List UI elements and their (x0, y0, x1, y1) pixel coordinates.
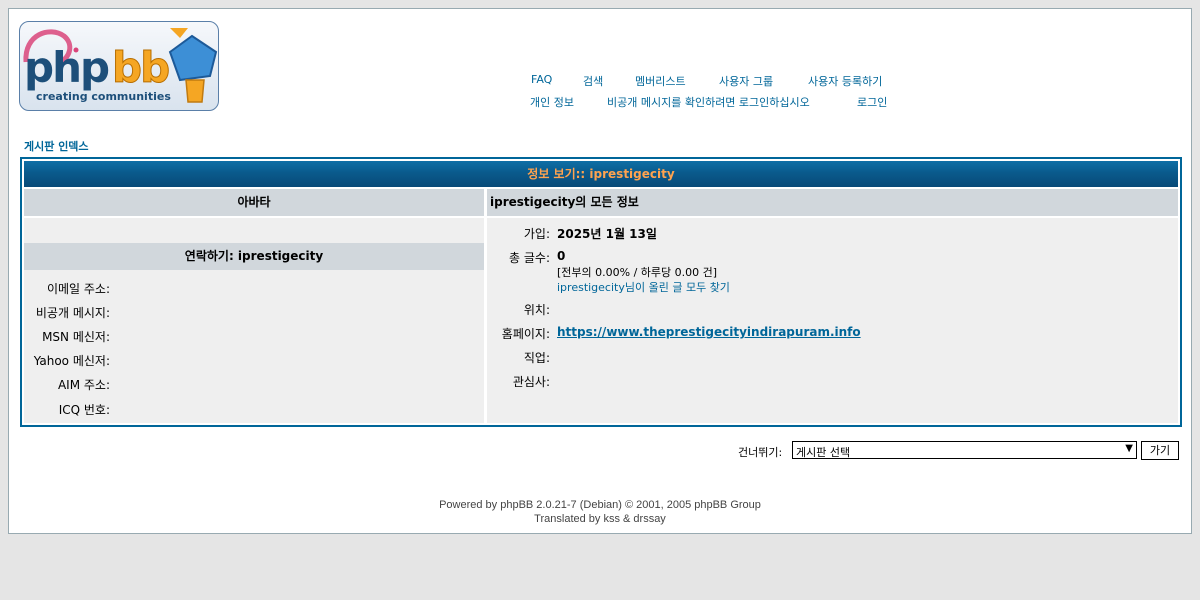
profile-title: 정보 보기:: iprestigecity (24, 161, 1178, 187)
posts-value: 0 (557, 249, 566, 263)
avatar-cell (24, 218, 484, 242)
all-info-header: iprestigecity의 모든 정보 (487, 189, 1178, 216)
occupation-label: 직업: (523, 351, 550, 365)
svg-text:php: php (24, 43, 109, 92)
nav-register[interactable]: 사용자 등록하기 (808, 73, 882, 89)
phpbb-logo-icon: php bb creating communities (23, 28, 218, 103)
jump-label: 건너뛰기: (738, 446, 783, 459)
posts-label: 총 글수: (509, 251, 550, 265)
breadcrumb-forum-index[interactable]: 게시판 인덱스 (24, 138, 89, 154)
footer-powered-by: Powered by phpBB 2.0.21-7 (Debian) © 200… (439, 499, 761, 511)
jump-forum-select[interactable]: 게시판 선택 ▼ (792, 441, 1137, 459)
chevron-down-icon: ▼ (1125, 443, 1133, 454)
nav-usergroups[interactable]: 사용자 그룹 (719, 73, 773, 89)
joined-label: 가입: (523, 227, 550, 241)
avatar-header: 아바타 (24, 189, 484, 216)
nav-login[interactable]: 로그인 (857, 94, 887, 110)
posts-stats: [전부의 0.00% / 하루당 0.00 건] (557, 266, 718, 279)
private-message-label: 비공개 메시지: (35, 306, 110, 320)
nav-memberlist[interactable]: 멤버리스트 (635, 73, 686, 89)
footer-translated-by: Translated by kss & drssay (534, 513, 666, 525)
search-user-posts-link[interactable]: iprestigecity님이 올린 글 모두 찾기 (557, 279, 730, 295)
website-link[interactable]: https://www.theprestigecityindirapuram.i… (557, 325, 861, 339)
nav-private-messages[interactable]: 비공개 메시지를 확인하려면 로그인하십시오 (607, 94, 810, 110)
svg-text:bb: bb (112, 43, 169, 92)
jump-selected-value: 게시판 선택 (796, 446, 851, 459)
yahoo-label: Yahoo 메신저: (33, 354, 110, 368)
svg-text:creating communities: creating communities (36, 90, 171, 103)
website-label: 홈페이지: (501, 327, 550, 341)
jump-go-button[interactable]: 가기 (1141, 441, 1179, 460)
aim-label: AIM 주소: (57, 378, 110, 392)
msn-label: MSN 메신저: (42, 330, 110, 344)
contact-panel: 연락하기: iprestigecity 이메일 주소: 비공개 메시지: MSN… (24, 218, 484, 423)
profile-table: 정보 보기:: iprestigecity 아바타 iprestigecity의… (20, 157, 1182, 427)
nav-faq[interactable]: FAQ (531, 73, 552, 86)
nav-profile[interactable]: 개인 정보 (530, 94, 574, 110)
site-logo[interactable]: php bb creating communities (19, 21, 219, 111)
nav-search[interactable]: 검색 (583, 73, 603, 89)
info-panel: 가입: 2025년 1월 13일 총 글수: 0 [전부의 0.00% / 하루… (487, 218, 1178, 423)
icq-label: ICQ 번호: (58, 403, 110, 417)
interests-label: 관심사: (512, 375, 550, 389)
contact-header: 연락하기: iprestigecity (24, 243, 484, 270)
joined-value: 2025년 1월 13일 (557, 227, 657, 241)
location-label: 위치: (523, 303, 550, 317)
page: php bb creating communities FAQ 검색 멤버리스트… (8, 8, 1192, 534)
email-label: 이메일 주소: (46, 282, 110, 296)
